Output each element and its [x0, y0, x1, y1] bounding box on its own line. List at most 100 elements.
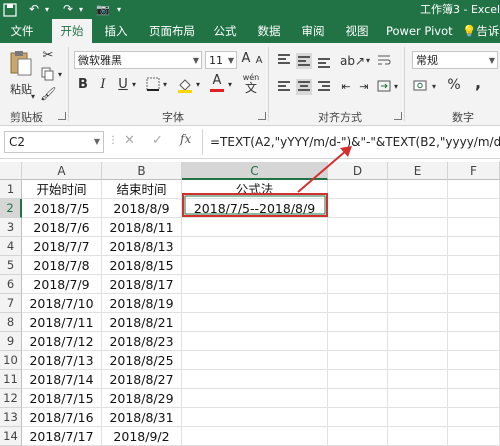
redo-icon[interactable]: ↷	[60, 1, 76, 18]
cell-d2[interactable]	[328, 199, 388, 218]
row-header-13[interactable]: 13	[0, 408, 22, 427]
column-header-f[interactable]: F	[448, 162, 500, 180]
cell-f5[interactable]	[448, 256, 500, 275]
cell-f6[interactable]	[448, 275, 500, 294]
orientation-dropdown-icon[interactable]: ▾	[364, 53, 372, 69]
cell-f13[interactable]	[448, 408, 500, 427]
cell-a4[interactable]: 2018/7/7	[22, 237, 102, 256]
decrease-indent-icon[interactable]: ⇤	[338, 79, 354, 95]
row-header-12[interactable]: 12	[0, 389, 22, 408]
cell-a11[interactable]: 2018/7/14	[22, 370, 102, 389]
font-size-dropdown[interactable]: 11 ▼	[205, 51, 237, 69]
cell-c8[interactable]	[182, 313, 328, 332]
cell-a1[interactable]: 开始时间	[22, 180, 102, 199]
cell-b8[interactable]: 2018/8/21	[102, 313, 182, 332]
insert-function-icon[interactable]: fx	[180, 132, 191, 146]
cell-b6[interactable]: 2018/8/17	[102, 275, 182, 294]
cell-f12[interactable]	[448, 389, 500, 408]
cell-f4[interactable]	[448, 237, 500, 256]
orientation-icon[interactable]: ab↗	[340, 53, 365, 69]
row-header-2[interactable]: 2	[0, 199, 22, 218]
cell-c1[interactable]: 公式法	[182, 180, 328, 199]
row-header-3[interactable]: 3	[0, 218, 22, 237]
cell-b3[interactable]: 2018/8/11	[102, 218, 182, 237]
cell-d9[interactable]	[328, 332, 388, 351]
cell-e9[interactable]	[388, 332, 448, 351]
cell-f2[interactable]	[448, 199, 500, 218]
cell-e11[interactable]	[388, 370, 448, 389]
cell-c3[interactable]	[182, 218, 328, 237]
borders-dropdown-icon[interactable]: ▾	[161, 77, 169, 93]
cell-e5[interactable]	[388, 256, 448, 275]
cell-f7[interactable]	[448, 294, 500, 313]
cell-d6[interactable]	[328, 275, 388, 294]
cell-d4[interactable]	[328, 237, 388, 256]
tab-file[interactable]: 文件	[8, 19, 36, 43]
cell-e3[interactable]	[388, 218, 448, 237]
cell-d13[interactable]	[328, 408, 388, 427]
formula-input[interactable]: =TEXT(A2,"yYYY/m/d-")&"-"&TEXT(B2,"yyyy/…	[210, 132, 500, 152]
borders-icon[interactable]	[145, 77, 161, 96]
cell-b9[interactable]: 2018/8/23	[102, 332, 182, 351]
cell-d11[interactable]	[328, 370, 388, 389]
format-painter-icon[interactable]: 🖌	[40, 87, 57, 103]
customize-quick-access-icon[interactable]: ▾	[114, 1, 124, 18]
cell-c13[interactable]	[182, 408, 328, 427]
cell-a3[interactable]: 2018/7/6	[22, 218, 102, 237]
row-header-5[interactable]: 5	[0, 256, 22, 275]
excel-save-icon[interactable]	[2, 1, 18, 18]
number-format-dropdown[interactable]: 常规 ▼	[412, 51, 498, 69]
cell-f8[interactable]	[448, 313, 500, 332]
camera-icon[interactable]: 📷	[94, 1, 112, 18]
row-header-1[interactable]: 1	[0, 180, 22, 199]
column-header-e[interactable]: E	[388, 162, 448, 180]
row-header-11[interactable]: 11	[0, 370, 22, 389]
cell-c5[interactable]	[182, 256, 328, 275]
cell-b2[interactable]: 2018/8/9	[102, 199, 182, 218]
align-left-icon[interactable]	[276, 79, 292, 95]
cell-c9[interactable]	[182, 332, 328, 351]
cell-c12[interactable]	[182, 389, 328, 408]
name-box[interactable]: C2 ▼	[4, 131, 104, 153]
cell-f10[interactable]	[448, 351, 500, 370]
cell-a5[interactable]: 2018/7/8	[22, 256, 102, 275]
tab-power-pivot[interactable]: Power Pivot	[386, 19, 453, 43]
cell-e4[interactable]	[388, 237, 448, 256]
cell-b10[interactable]: 2018/8/25	[102, 351, 182, 370]
cell-a10[interactable]: 2018/7/13	[22, 351, 102, 370]
cell-a7[interactable]: 2018/7/10	[22, 294, 102, 313]
phonetic-button[interactable]: wén 文	[240, 73, 262, 95]
tab-page-layout[interactable]: 页面布局	[144, 19, 200, 43]
copy-dropdown-icon[interactable]: ▾	[56, 67, 64, 83]
row-header-7[interactable]: 7	[0, 294, 22, 313]
underline-button[interactable]: U	[116, 77, 130, 93]
tab-review[interactable]: 审阅	[298, 19, 328, 43]
cell-b1[interactable]: 结束时间	[102, 180, 182, 199]
font-launcher-icon[interactable]	[258, 112, 266, 120]
accounting-dropdown-icon[interactable]: ▾	[430, 79, 438, 95]
tell-me-box[interactable]: 💡告诉	[462, 19, 500, 43]
cell-e1[interactable]	[388, 180, 448, 199]
alignment-launcher-icon[interactable]	[394, 112, 402, 120]
underline-dropdown-icon[interactable]: ▾	[130, 77, 138, 93]
cell-d8[interactable]	[328, 313, 388, 332]
paste-dropdown-icon[interactable]: ▾	[28, 89, 38, 105]
cell-c4[interactable]	[182, 237, 328, 256]
cancel-icon[interactable]: ✕	[124, 133, 135, 148]
cell-c11[interactable]	[182, 370, 328, 389]
cell-f11[interactable]	[448, 370, 500, 389]
row-header-9[interactable]: 9	[0, 332, 22, 351]
cell-d5[interactable]	[328, 256, 388, 275]
redo-dropdown-icon[interactable]: ▾	[76, 1, 86, 18]
clipboard-launcher-icon[interactable]	[58, 112, 66, 120]
select-all-corner[interactable]	[0, 162, 22, 180]
cell-b4[interactable]: 2018/8/13	[102, 237, 182, 256]
cell-d10[interactable]	[328, 351, 388, 370]
cell-a9[interactable]: 2018/7/12	[22, 332, 102, 351]
undo-icon[interactable]: ↶	[26, 1, 42, 18]
cell-d1[interactable]	[328, 180, 388, 199]
cut-icon[interactable]: ✂	[40, 48, 56, 64]
align-center-icon[interactable]	[296, 79, 312, 95]
cell-a12[interactable]: 2018/7/15	[22, 389, 102, 408]
merge-center-icon[interactable]	[376, 79, 392, 98]
